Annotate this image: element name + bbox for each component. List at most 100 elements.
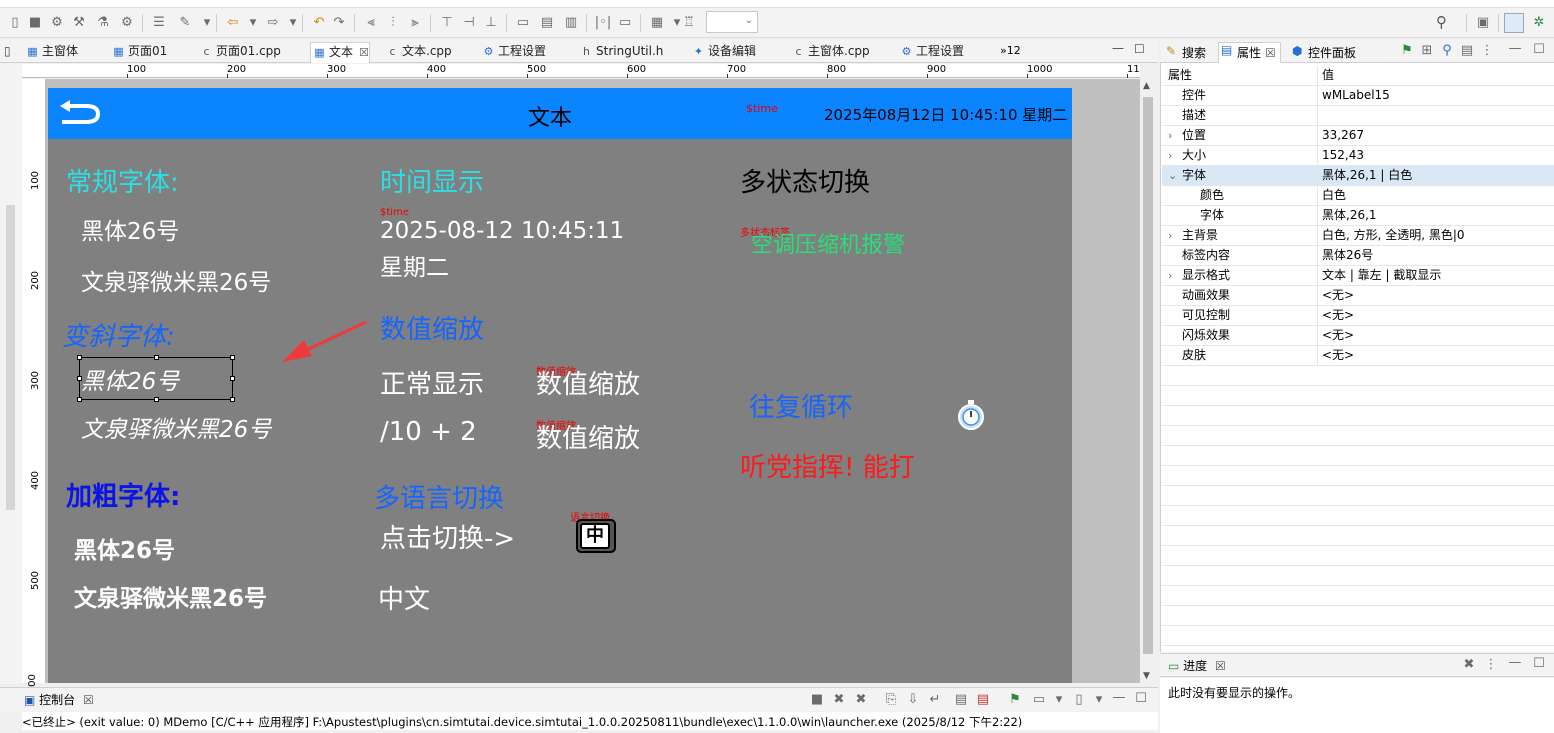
language-switch-button[interactable]: 中 xyxy=(576,519,616,553)
hspace-icon[interactable]: |◦| xyxy=(594,14,612,32)
property-value[interactable]: 黑体,26,1 xyxy=(1322,206,1377,225)
property-row[interactable]: 可见控制 <无> xyxy=(1162,306,1554,326)
minimize-icon[interactable]: — xyxy=(1110,689,1128,707)
pin-console-icon[interactable]: ⚑ xyxy=(1006,691,1024,709)
console-tab[interactable]: ▣ 控制台 ☒ xyxy=(24,691,94,708)
build-icon[interactable]: ⚙ xyxy=(48,14,66,32)
close-icon[interactable]: ☒ xyxy=(83,693,94,707)
right-panel-tab[interactable]: ✎ 搜索 xyxy=(1164,44,1206,61)
editor-tab[interactable]: c 文本.cpp xyxy=(384,42,451,63)
distribute-icon[interactable]: ▥ xyxy=(562,14,580,32)
more-icon[interactable]: ⋮ xyxy=(1478,42,1496,60)
close-icon[interactable]: ☒ xyxy=(359,46,369,59)
maximize-icon[interactable]: ☐ xyxy=(1134,42,1145,56)
property-value[interactable]: <无> xyxy=(1322,326,1354,345)
debug-icon[interactable]: ⚙ xyxy=(118,14,136,32)
chevron-down-icon[interactable]: ▾ xyxy=(1050,691,1068,709)
scrollbar-thumb[interactable] xyxy=(1143,97,1153,654)
property-value[interactable]: 黑体26号 xyxy=(1322,246,1373,265)
property-value[interactable]: <无> xyxy=(1322,286,1354,305)
forward-arrow-icon[interactable]: ⇨ xyxy=(264,14,282,32)
same-width-icon[interactable]: ▭ xyxy=(514,14,532,32)
align-middle-icon[interactable]: ⊣ xyxy=(460,14,478,32)
show-stdout-icon[interactable]: ▤ xyxy=(952,691,970,709)
chevron-down-icon[interactable]: ▾ xyxy=(284,14,302,32)
remove-launch-icon[interactable]: ✖ xyxy=(830,691,848,709)
clean-icon[interactable]: ⚗ xyxy=(94,14,112,32)
resize-handle[interactable] xyxy=(77,355,82,360)
editor-tab[interactable]: ▦ 主窗体 xyxy=(24,42,78,63)
minimize-icon[interactable]: — xyxy=(1506,40,1524,58)
property-value[interactable]: 白色 xyxy=(1322,186,1346,205)
panel-icon[interactable]: ▯ xyxy=(6,14,24,32)
selection-box[interactable] xyxy=(79,357,233,400)
property-row[interactable]: › 显示格式 文本 | 靠左 | 截取显示 xyxy=(1162,266,1554,286)
editor-tab[interactable]: c 页面01.cpp xyxy=(198,42,280,63)
close-icon[interactable]: ☒ xyxy=(1215,659,1226,673)
align-bottom-icon[interactable]: ⊥ xyxy=(482,14,500,32)
property-row[interactable]: 闪烁效果 <无> xyxy=(1162,326,1554,346)
resize-handle[interactable] xyxy=(154,397,159,402)
rebuild-icon[interactable]: ⚒ xyxy=(70,14,88,32)
restore-defaults-icon[interactable]: ▤ xyxy=(1458,42,1476,60)
chevron-down-icon[interactable]: ▾ xyxy=(1090,691,1108,709)
resize-handle[interactable] xyxy=(230,355,235,360)
stop-icon[interactable]: ■ xyxy=(26,14,44,32)
stopwatch-icon[interactable] xyxy=(956,399,986,431)
property-row[interactable]: › 位置 33,267 xyxy=(1162,126,1554,146)
editor-tab[interactable]: ▦ 文本 ☒ xyxy=(310,42,370,63)
progress-tab[interactable]: ▭ 进度 ☒ xyxy=(1168,657,1226,674)
property-row[interactable]: 标签内容 黑体26号 xyxy=(1162,246,1554,266)
format-icon[interactable]: ☰ xyxy=(150,14,168,32)
property-value[interactable]: <无> xyxy=(1322,306,1354,325)
zoom-combo[interactable]: ⌄ xyxy=(706,11,758,33)
design-perspective-icon[interactable] xyxy=(1504,13,1524,33)
property-row[interactable]: 字体 黑体,26,1 xyxy=(1162,206,1554,226)
filter-icon[interactable]: ⚲ xyxy=(1438,42,1456,60)
property-row[interactable]: 颜色 白色 xyxy=(1162,186,1554,206)
chevron-down-icon[interactable]: ▾ xyxy=(244,14,262,32)
align-right-icon[interactable]: ⫸ xyxy=(406,14,424,32)
property-row[interactable]: ⌄ 字体 黑体,26,1 | 白色 xyxy=(1162,166,1554,186)
new-console-icon[interactable]: ▯ xyxy=(1070,691,1088,709)
redo-icon[interactable]: ↷ xyxy=(330,14,348,32)
editor-tab[interactable]: ✦ 设备编辑 xyxy=(690,42,756,63)
close-icon[interactable]: ☒ xyxy=(1265,46,1276,60)
property-value[interactable]: 33,267 xyxy=(1322,126,1364,145)
property-row[interactable]: 皮肤 <无> xyxy=(1162,346,1554,366)
property-value[interactable]: <无> xyxy=(1322,346,1354,365)
display-console-icon[interactable]: ▭ xyxy=(1030,691,1048,709)
property-row[interactable]: 描述 xyxy=(1162,106,1554,126)
resize-handle[interactable] xyxy=(77,397,82,402)
minimize-icon[interactable]: — xyxy=(1506,654,1524,672)
right-panel-tab[interactable]: ▤ 属性 ☒ xyxy=(1218,42,1281,63)
back-arrow-icon[interactable]: ⇦ xyxy=(224,14,242,32)
pin-icon[interactable]: ⚑ xyxy=(1398,42,1416,60)
search-icon[interactable]: ⚲ xyxy=(1436,13,1447,31)
show-stderr-icon[interactable]: ▤ xyxy=(974,691,992,709)
more-icon[interactable]: ⋮ xyxy=(1482,656,1500,674)
chevron-down-icon[interactable]: ▾ xyxy=(198,14,216,32)
property-value[interactable]: wMLabel15 xyxy=(1322,86,1390,105)
property-row[interactable]: › 大小 152,43 xyxy=(1162,146,1554,166)
gutter-scroll[interactable] xyxy=(6,205,15,510)
property-row[interactable]: 控件 wMLabel15 xyxy=(1162,86,1554,106)
undo-icon[interactable]: ↶ xyxy=(310,14,328,32)
align-top-icon[interactable]: ⊤ xyxy=(438,14,456,32)
vspace-icon[interactable]: ▭ xyxy=(616,14,634,32)
property-row[interactable]: › 主背景 白色, 方形, 全透明, 黑色|0 xyxy=(1162,226,1554,246)
editor-tab[interactable]: c 主窗体.cpp xyxy=(790,42,869,63)
maximize-icon[interactable]: ☐ xyxy=(1132,690,1150,708)
property-value[interactable]: 152,43 xyxy=(1322,146,1364,165)
property-value[interactable]: 黑体,26,1 | 白色 xyxy=(1322,166,1412,185)
tools-icon[interactable]: ✎ xyxy=(176,14,194,32)
remove-all-icon[interactable]: ✖ xyxy=(1460,656,1478,674)
maximize-icon[interactable]: ☐ xyxy=(1530,655,1548,673)
min-icon[interactable]: ▯ xyxy=(4,44,11,58)
resize-handle[interactable] xyxy=(154,355,159,360)
copy-icon[interactable]: ⎘ xyxy=(882,691,900,709)
right-panel-tab[interactable]: ⬢ 控件面板 xyxy=(1290,44,1356,61)
open-perspective-icon[interactable]: ▣ xyxy=(1474,14,1492,32)
resize-handle[interactable] xyxy=(77,376,82,381)
property-value[interactable]: 文本 | 靠左 | 截取显示 xyxy=(1322,266,1441,285)
